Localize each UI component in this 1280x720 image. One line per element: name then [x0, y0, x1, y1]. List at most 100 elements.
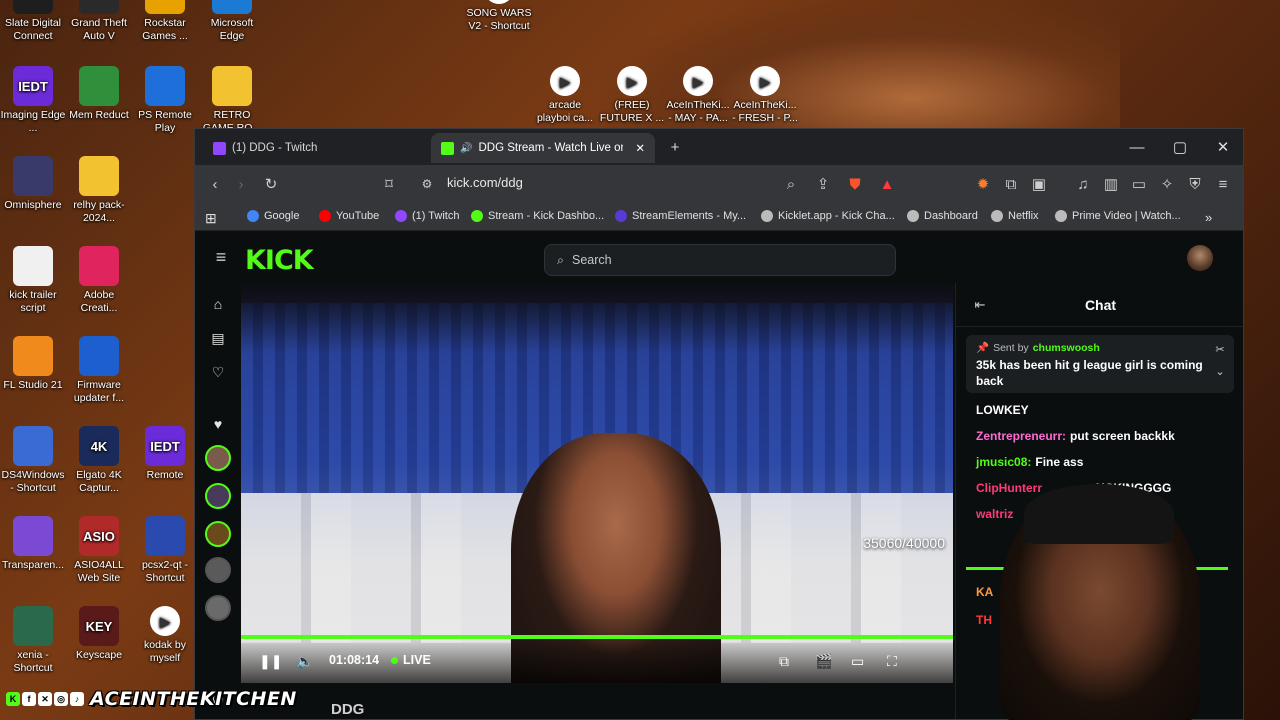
desktop-icon[interactable]: kick trailer script: [0, 246, 66, 315]
pause-button[interactable]: ❚❚: [259, 653, 282, 670]
share-icon[interactable]: ⇪: [813, 174, 833, 194]
tab-kick[interactable]: 🔊 DDG Stream - Watch Live on Kic ✕: [431, 133, 655, 163]
desktop-icon[interactable]: IEDT Imaging Edge ...: [0, 66, 66, 135]
desktop-icon[interactable]: Grand Theft Auto V: [66, 0, 132, 43]
live-badge[interactable]: LIVE: [391, 653, 431, 667]
bookmark-item[interactable]: Netflix: [991, 210, 1039, 222]
bookmark-item[interactable]: StreamElements - My...: [615, 210, 746, 222]
close-tab-icon[interactable]: ✕: [635, 141, 645, 155]
extension-icon[interactable]: ✹: [973, 174, 993, 194]
desktop-icon[interactable]: Microsoft Edge: [199, 0, 265, 43]
desktop-icon[interactable]: IEDT Remote: [132, 426, 198, 482]
progress-bar[interactable]: [241, 635, 953, 639]
pinned-username[interactable]: chumswoosh: [1033, 342, 1100, 354]
tab-twitch[interactable]: (1) DDG - Twitch: [203, 133, 413, 163]
user-avatar[interactable]: [1187, 245, 1213, 271]
bookmark-item[interactable]: Google: [247, 210, 299, 222]
bookmark-item[interactable]: YouTube: [319, 210, 379, 222]
desktop-icon[interactable]: xenia - Shortcut: [0, 606, 66, 675]
desktop-icon[interactable]: Slate Digital Connect: [0, 0, 66, 43]
desktop-icon[interactable]: relhy pack-2024...: [66, 156, 132, 225]
media-icon[interactable]: ▣: [1029, 174, 1049, 194]
following-icon[interactable]: ♡: [207, 361, 229, 383]
bookmark-favicon-icon: [319, 210, 331, 222]
desktop-icon[interactable]: ASIO ASIO4ALL Web Site: [66, 516, 132, 585]
minimize-button[interactable]: —: [1127, 137, 1147, 157]
desktop-icon[interactable]: Transparen...: [0, 516, 66, 572]
desktop-icon[interactable]: KEY Keyscape: [66, 606, 132, 662]
desktop-icon-label: Mem Reduct: [69, 109, 129, 121]
channel-avatar[interactable]: [205, 557, 231, 583]
bookmark-label: (1) Twitch: [412, 210, 460, 222]
vpn-icon[interactable]: ⛨: [1185, 174, 1205, 194]
extensions-icon[interactable]: ⧉: [1001, 174, 1021, 194]
brave-rewards-icon[interactable]: ▲: [877, 174, 897, 194]
desktop-icon[interactable]: RETRO GAME RO...: [199, 66, 265, 135]
site-info-icon[interactable]: ⚙: [417, 174, 437, 194]
volume-button[interactable]: 🔈: [296, 653, 313, 670]
desktop-icon[interactable]: DS4Windows - Shortcut: [0, 426, 66, 495]
desktop-icon[interactable]: ▶ kodak by myself: [132, 606, 198, 665]
desktop-icon[interactable]: ▶ (FREE) FUTURE X ...: [599, 66, 665, 125]
browse-icon[interactable]: ▤: [207, 327, 229, 349]
desktop-icon[interactable]: Rockstar Games ...: [132, 0, 198, 43]
bookmark-item[interactable]: Stream - Kick Dashbo...: [471, 210, 604, 222]
clip-icon[interactable]: 🎬: [815, 653, 832, 670]
desktop-icon[interactable]: pcsx2-qt - Shortcut: [132, 516, 198, 585]
zoom-icon[interactable]: ⌕: [781, 174, 801, 194]
fullscreen-icon[interactable]: ⛶: [887, 653, 897, 670]
streamer-name[interactable]: DDG: [331, 701, 364, 718]
bookmark-item[interactable]: (1) Twitch: [395, 210, 459, 222]
wallet-icon[interactable]: ▭: [1129, 174, 1149, 194]
pinned-message[interactable]: 📌 Sent by chumswoosh 35k has been hit g …: [966, 335, 1234, 393]
music-icon[interactable]: ♫: [1073, 174, 1093, 194]
desktop-icon[interactable]: ▶ SONG WARS V2 - Shortcut: [466, 0, 532, 33]
desktop-app-icon: [13, 246, 53, 286]
chat-username[interactable]: Zentrepreneurr:: [976, 429, 1066, 443]
reload-icon[interactable]: ↻: [261, 174, 281, 194]
forward-icon[interactable]: ›: [231, 174, 251, 194]
leo-icon[interactable]: ✧: [1157, 174, 1177, 194]
miniplayer-icon[interactable]: ⧉: [779, 653, 789, 670]
search-input[interactable]: ⌕ Search: [544, 244, 896, 276]
channel-avatar[interactable]: [205, 521, 231, 547]
kick-icon: [441, 141, 454, 155]
bookmark-item[interactable]: Dashboard: [907, 210, 978, 222]
close-window-button[interactable]: ✕: [1213, 137, 1233, 157]
desktop-app-icon: [79, 336, 119, 376]
menu-icon[interactable]: ≡: [1213, 174, 1233, 194]
theater-mode-icon[interactable]: ▭: [851, 653, 864, 670]
bookmark-icon[interactable]: ⌑: [379, 174, 399, 194]
maximize-button[interactable]: ▢: [1170, 137, 1190, 157]
brave-shield-icon[interactable]: ⛊: [845, 174, 865, 194]
apps-icon[interactable]: ⊞: [205, 210, 217, 227]
desktop-icon[interactable]: PS Remote Play: [132, 66, 198, 135]
kick-logo[interactable]: KICK: [245, 245, 314, 276]
desktop-icon[interactable]: Omnisphere: [0, 156, 66, 212]
desktop-icon[interactable]: 4K Elgato 4K Captur...: [66, 426, 132, 495]
bookmark-item[interactable]: Kicklet.app - Kick Cha...: [761, 210, 895, 222]
back-icon[interactable]: ‹: [205, 174, 225, 194]
desktop-icon[interactable]: FL Studio 21: [0, 336, 66, 392]
channel-avatar[interactable]: [205, 483, 231, 509]
desktop-icon[interactable]: Mem Reduct: [66, 66, 132, 122]
bookmark-item[interactable]: Prime Video | Watch...: [1055, 210, 1181, 222]
new-tab-button[interactable]: +: [665, 137, 685, 157]
channel-avatar[interactable]: [205, 445, 231, 471]
kick-icon: K: [6, 692, 20, 706]
unpin-icon[interactable]: ✂: [1210, 339, 1230, 359]
url-field[interactable]: kick.com/ddg: [447, 175, 523, 190]
hamburger-menu-icon[interactable]: ≡: [211, 247, 231, 267]
desktop-icon[interactable]: ▶ AceInTheKi... - MAY - PA...: [665, 66, 731, 125]
video-player[interactable]: 35060/40000 ❚❚ 🔈 01:08:14 LIVE ⧉ 🎬 ▭ ⛶: [241, 283, 953, 683]
desktop-icon[interactable]: Adobe Creati...: [66, 246, 132, 315]
sidebar-icon[interactable]: ▥: [1101, 174, 1121, 194]
desktop-icon[interactable]: ▶ arcade playboi ca...: [532, 66, 598, 125]
channel-avatar[interactable]: [205, 595, 231, 621]
expand-pinned-icon[interactable]: ⌄: [1210, 361, 1230, 381]
desktop-icon[interactable]: ▶ AceInTheKi... - FRESH - P...: [732, 66, 798, 125]
desktop-icon[interactable]: Firmware updater f...: [66, 336, 132, 405]
chat-username[interactable]: jmusic08:: [976, 455, 1031, 469]
home-icon[interactable]: ⌂: [207, 293, 229, 315]
more-bookmarks-icon[interactable]: »: [1205, 210, 1212, 225]
